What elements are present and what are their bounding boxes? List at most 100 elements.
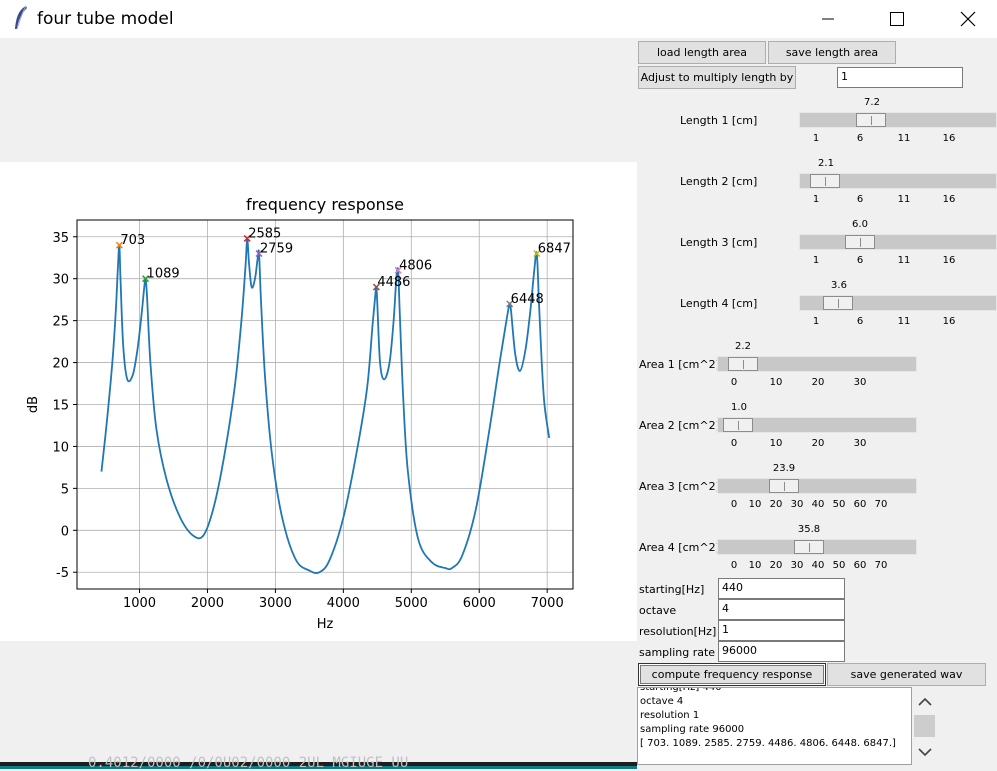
save-length-area-button[interactable]: save length area: [768, 41, 896, 64]
y-tick-label: 5: [61, 482, 69, 497]
slider-tick: 1: [812, 194, 820, 205]
resolution-label: resolution[Hz]: [639, 625, 717, 638]
peak-label: 6448: [511, 292, 544, 307]
slider-tick: 11: [897, 316, 911, 327]
slider-value: 3.6: [831, 280, 847, 291]
area-label: Area 1 [cm^2]: [639, 358, 720, 371]
peak-label: 1089: [147, 267, 180, 282]
log-line: [ 703. 1089. 2585. 2759. 4486. 4806. 644…: [640, 738, 896, 749]
slider-trough[interactable]: [717, 356, 917, 372]
adjust-multiply-button[interactable]: Adjust to multiply length by: [638, 66, 796, 89]
frequency-response-chart: 1000 2000 3000 4000 5000 6000 7000 -5 0 5 10 15 20 25…: [26, 195, 574, 632]
peak-label: 4806: [399, 258, 432, 273]
slider-tick: 1: [812, 316, 820, 327]
peak-label: 6847: [538, 242, 571, 257]
log-line: resolution 1: [640, 710, 700, 721]
slider-tick: 0: [730, 438, 738, 449]
x-tick-label: 4000: [327, 596, 360, 611]
peak-label: 4486: [377, 275, 410, 290]
log-textbox[interactable]: starting[Hz] 440 octave 4 resolution 1 s…: [637, 687, 912, 765]
area-label: Area 2 [cm^2]: [639, 419, 720, 432]
slider-trough[interactable]: [799, 295, 997, 311]
y-tick-label: 35: [52, 231, 69, 246]
slider-tick: 6: [856, 316, 864, 327]
area-label: Area 3 [cm^2]: [639, 480, 720, 493]
length-label: Length 2 [cm]: [680, 175, 758, 188]
slider-trough[interactable]: [799, 234, 997, 250]
x-axis-label: Hz: [317, 617, 334, 632]
slider-trough[interactable]: [799, 173, 997, 189]
close-button[interactable]: [945, 0, 991, 38]
slider-value: 35.8: [797, 524, 821, 535]
close-icon: [960, 11, 976, 27]
slider-handle[interactable]: [794, 540, 824, 554]
slider-tick: 16: [942, 133, 956, 144]
x-tick-label: 2000: [191, 596, 224, 611]
slider-trough[interactable]: [799, 112, 997, 128]
peak-label: 2585: [248, 226, 281, 241]
slider-tick: 10: [769, 377, 783, 388]
slider-value: 23.9: [772, 463, 796, 474]
y-tick-label: -5: [56, 566, 69, 581]
slider-handle[interactable]: [856, 113, 886, 127]
log-line: octave 4: [640, 696, 684, 707]
chevron-up-icon[interactable]: [918, 697, 932, 707]
slider-handle[interactable]: [823, 296, 853, 310]
maximize-button[interactable]: [874, 0, 920, 38]
octave-label: octave: [639, 604, 677, 617]
sampling-rate-label: sampling rate: [639, 646, 716, 659]
slider-tick: 30: [853, 377, 867, 388]
y-tick-label: 30: [52, 273, 69, 288]
slider-tick: 16: [942, 255, 956, 266]
slider-value: 6.0: [852, 219, 868, 230]
slider-trough[interactable]: [717, 539, 917, 555]
x-tick-label: 6000: [463, 596, 496, 611]
scrollbar-thumb[interactable]: [914, 715, 935, 737]
load-length-area-button[interactable]: load length area: [638, 41, 766, 64]
starting-hz-input[interactable]: 440: [718, 578, 845, 599]
compute-frequency-response-button[interactable]: compute frequency response: [638, 663, 826, 686]
x-tick-label: 7000: [531, 596, 564, 611]
x-tick-label: 1000: [123, 596, 156, 611]
chevron-down-icon[interactable]: [918, 747, 932, 757]
slider-tick: 1: [812, 133, 820, 144]
slider-handle[interactable]: [845, 235, 875, 249]
response-line: [100, 237, 551, 574]
resolution-input[interactable]: 1: [718, 620, 845, 641]
minimize-icon: [822, 18, 834, 20]
peak-label: 2759: [260, 242, 293, 257]
peak-label: 703: [120, 233, 145, 248]
log-scrollbar[interactable]: [912, 687, 937, 765]
log-line: starting[Hz] 440: [640, 687, 722, 693]
slider-tick: 6: [856, 255, 864, 266]
window-title: four tube model: [37, 9, 174, 29]
slider-handle[interactable]: [810, 174, 840, 188]
maximize-icon: [890, 12, 904, 26]
slider-trough[interactable]: [717, 478, 917, 494]
slider-handle[interactable]: [723, 418, 753, 432]
feather-icon: [15, 5, 27, 30]
slider-value: 2.2: [735, 341, 751, 352]
slider-tick: 70: [874, 499, 888, 510]
slider-tick: 11: [897, 133, 911, 144]
slider-tick: 16: [942, 194, 956, 205]
octave-input[interactable]: 4: [718, 599, 845, 620]
save-generated-wav-button[interactable]: save generated wav: [827, 663, 986, 686]
plot-canvas: 1000 2000 3000 4000 5000 6000 7000 -5 0 5 10 15 20 25…: [0, 162, 637, 641]
slider-tick: 16: [942, 316, 956, 327]
starting-hz-label: starting[Hz]: [639, 583, 705, 596]
slider-tick: 20: [811, 377, 825, 388]
log-line: sampling rate 96000: [640, 724, 745, 735]
slider-tick: 11: [897, 255, 911, 266]
y-tick-label: 10: [52, 440, 69, 455]
minimize-button[interactable]: [805, 0, 851, 38]
slider-trough[interactable]: [717, 417, 917, 433]
y-tick-label: 15: [52, 399, 69, 414]
length-label: Length 1 [cm]: [680, 114, 758, 127]
slider-handle[interactable]: [769, 479, 799, 493]
multiply-length-input[interactable]: 1: [837, 67, 963, 88]
sampling-rate-input[interactable]: 96000: [718, 641, 845, 662]
slider-value: 7.2: [864, 97, 880, 108]
slider-tick: 0: [730, 377, 738, 388]
slider-handle[interactable]: [728, 357, 758, 371]
